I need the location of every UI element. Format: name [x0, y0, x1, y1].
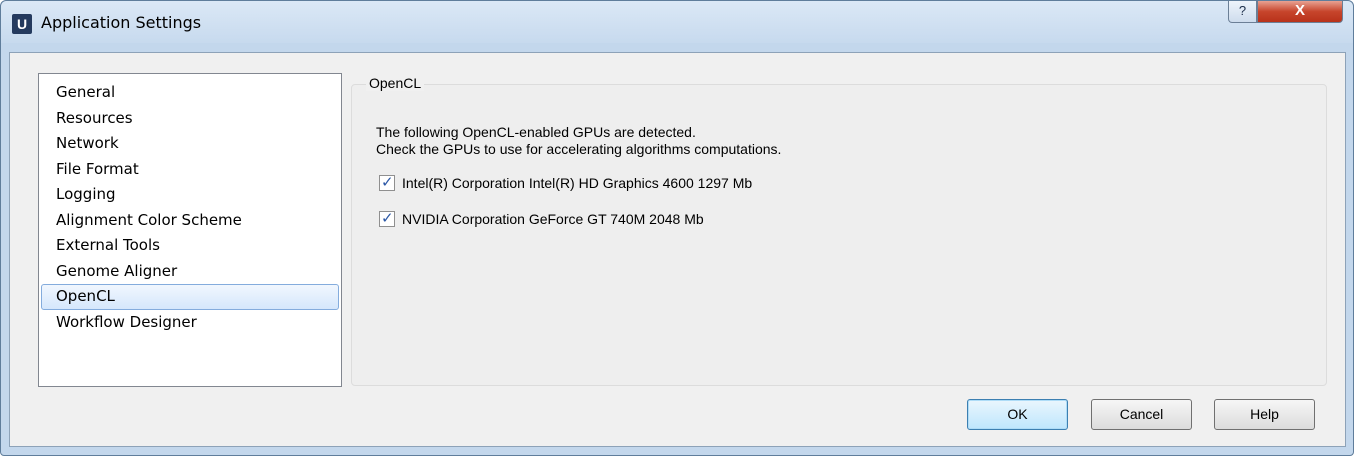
sidebar-item-workflow-designer[interactable]: Workflow Designer	[41, 310, 339, 336]
close-window-button[interactable]: X	[1257, 1, 1343, 23]
ok-button[interactable]: OK	[967, 399, 1068, 430]
gpu-intel-label[interactable]: Intel(R) Corporation Intel(R) HD Graphic…	[402, 175, 752, 191]
window-title: Application Settings	[41, 13, 202, 32]
sidebar-item-network[interactable]: Network	[41, 131, 339, 157]
sidebar-item-alignment-color-scheme[interactable]: Alignment Color Scheme	[41, 208, 339, 234]
opencl-group-title: OpenCL	[366, 75, 425, 91]
app-logo-icon: U	[12, 14, 32, 34]
gpu-intel-checkbox[interactable]: ✓	[379, 174, 395, 191]
settings-category-list[interactable]: General Resources Network File Format Lo…	[38, 73, 342, 387]
sidebar-item-opencl[interactable]: OpenCL	[41, 284, 339, 310]
gpu-description-line1: The following OpenCL-enabled GPUs are de…	[376, 124, 696, 140]
check-mark-icon: ✓	[381, 174, 394, 191]
title-bar[interactable]: U Application Settings ? X	[1, 1, 1353, 43]
check-mark-icon: ✓	[381, 210, 394, 227]
gpu-nvidia-checkbox[interactable]: ✓	[379, 210, 395, 227]
sidebar-item-resources[interactable]: Resources	[41, 106, 339, 132]
sidebar-item-external-tools[interactable]: External Tools	[41, 233, 339, 259]
help-button[interactable]: Help	[1214, 399, 1315, 430]
cancel-button[interactable]: Cancel	[1091, 399, 1192, 430]
gpu-option-nvidia[interactable]: ✓ NVIDIA Corporation GeForce GT 740M 204…	[379, 210, 704, 228]
gpu-option-intel[interactable]: ✓ Intel(R) Corporation Intel(R) HD Graph…	[379, 174, 752, 192]
application-settings-window: U Application Settings ? X General Resou…	[0, 0, 1354, 456]
sidebar-item-file-format[interactable]: File Format	[41, 157, 339, 183]
gpu-nvidia-label[interactable]: NVIDIA Corporation GeForce GT 740M 2048 …	[402, 211, 704, 227]
sidebar-item-genome-aligner[interactable]: Genome Aligner	[41, 259, 339, 285]
dialog-client-area: General Resources Network File Format Lo…	[9, 52, 1346, 447]
sidebar-item-general[interactable]: General	[41, 80, 339, 106]
gpu-description-line2: Check the GPUs to use for accelerating a…	[376, 141, 782, 157]
context-help-button[interactable]: ?	[1228, 1, 1257, 23]
sidebar-item-logging[interactable]: Logging	[41, 182, 339, 208]
